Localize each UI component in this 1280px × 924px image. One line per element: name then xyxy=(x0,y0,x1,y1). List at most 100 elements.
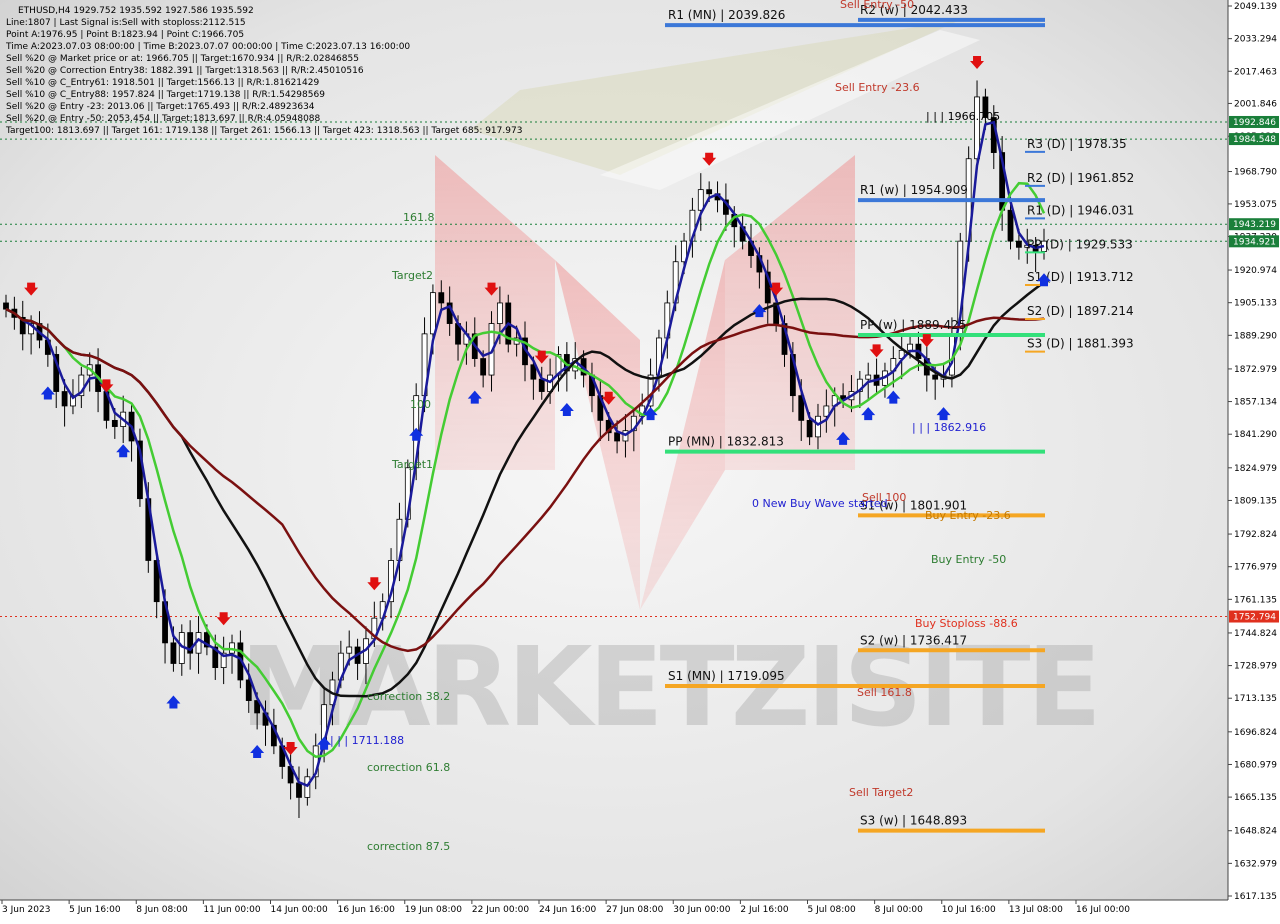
pivot-label: PP (w) | 1889.425 xyxy=(860,318,966,332)
signal-info-line: Sell %20 @ Market price or at: 1966.705 … xyxy=(6,54,359,64)
candle-body xyxy=(697,189,704,211)
y-tick-label: 1857.134 xyxy=(1234,398,1277,408)
pivot-label: R1 (w) | 1954.909 xyxy=(860,183,968,197)
y-tick-label: 2033.294 xyxy=(1234,35,1277,45)
candle-body xyxy=(430,292,436,335)
y-tick-label: 1648.824 xyxy=(1234,827,1277,837)
y-tick-label: 1713.135 xyxy=(1234,694,1277,704)
price-badge-label: 1984.548 xyxy=(1233,135,1276,145)
candle-body xyxy=(865,374,872,380)
candle-body xyxy=(1015,240,1022,248)
x-tick-label: 16 Jun 16:00 xyxy=(338,905,395,915)
chart-annotation: Sell Entry -50 xyxy=(840,0,914,11)
chart-annotation: | | | 1966.705 xyxy=(926,110,1000,123)
y-tick-label: 1776.979 xyxy=(1234,563,1277,573)
x-tick-label: 10 Jul 16:00 xyxy=(942,905,996,915)
y-tick-label: 1632.979 xyxy=(1234,859,1277,869)
pivot-label: R2 (D) | 1961.852 xyxy=(1027,171,1134,185)
pivot-label: S1 (MN) | 1719.095 xyxy=(668,669,785,683)
candle-body xyxy=(974,96,980,160)
y-tick-label: 1665.135 xyxy=(1234,793,1277,803)
x-tick-label: 5 Jul 08:00 xyxy=(808,905,857,915)
candle-body xyxy=(3,302,9,310)
candle-body xyxy=(346,646,353,654)
candle-body xyxy=(480,358,487,376)
x-tick-label: 16 Jul 00:00 xyxy=(1076,905,1130,915)
signal-info-line: Sell %10 @ C_Entry88: 1957.824 || Target… xyxy=(6,90,325,100)
chart-annotation: Target2 xyxy=(391,269,433,282)
pivot-label: R3 (D) | 1978.35 xyxy=(1027,137,1127,151)
candle-body xyxy=(438,292,445,304)
x-tick-label: 5 Jun 16:00 xyxy=(69,905,121,915)
pivot-label: PP (MN) | 1832.813 xyxy=(668,435,784,449)
chart-annotation: Target1 xyxy=(391,458,433,471)
chart-annotation: correction 61.8 xyxy=(367,761,450,774)
signal-info-line: Sell %10 @ C_Entry61: 1918.501 || Target… xyxy=(6,78,319,88)
y-tick-label: 2001.846 xyxy=(1234,99,1277,109)
candle-body xyxy=(170,642,177,664)
x-tick-label: 8 Jun 08:00 xyxy=(136,905,188,915)
y-tick-label: 1905.133 xyxy=(1234,299,1277,309)
y-tick-label: 2017.463 xyxy=(1234,67,1277,77)
y-tick-label: 1889.290 xyxy=(1234,331,1277,341)
x-tick-label: 2 Jul 16:00 xyxy=(740,905,789,915)
x-tick-label: 30 Jun 00:00 xyxy=(673,905,730,915)
candle-body xyxy=(706,189,713,195)
x-tick-label: 27 Jun 08:00 xyxy=(606,905,663,915)
x-tick-label: 14 Jun 00:00 xyxy=(271,905,328,915)
chart-annotation: Buy Entry -23.6 xyxy=(925,509,1011,522)
pivot-label: S2 (D) | 1897.214 xyxy=(1027,304,1134,318)
signal-info-line: Time A:2023.07.03 08:00:00 | Time B:2023… xyxy=(5,42,410,52)
candle-body xyxy=(1007,209,1014,242)
candle-body xyxy=(496,302,503,324)
y-tick-label: 1920.974 xyxy=(1234,266,1277,276)
candle-body xyxy=(932,374,939,380)
y-tick-label: 1809.135 xyxy=(1234,496,1277,506)
signal-info-line: Sell %20 @ Entry -50: 2053.454 || Target… xyxy=(6,114,321,124)
candle-body xyxy=(907,343,913,351)
chart-annotation: Buy Stoploss -88.6 xyxy=(915,617,1018,630)
pivot-label: R1 (D) | 1946.031 xyxy=(1027,203,1134,217)
pivot-label: R1 (MN) | 2039.826 xyxy=(668,8,785,22)
pivot-label: PP (D) | 1929.533 xyxy=(1027,237,1133,251)
y-tick-label: 1968.790 xyxy=(1234,168,1277,178)
chart-annotation: | | | 1711.188 xyxy=(330,734,404,747)
signal-info-line: Target100: 1813.697 || Target 161: 1719.… xyxy=(5,126,522,136)
y-tick-label: 1872.979 xyxy=(1234,365,1277,375)
chart-annotation: Buy Entry -50 xyxy=(931,553,1006,566)
candle-body xyxy=(304,776,311,798)
candle-body xyxy=(806,419,813,438)
candle-body xyxy=(61,391,68,407)
y-tick-label: 1617.135 xyxy=(1234,892,1277,902)
chart-annotation: 0 New Buy Wave started xyxy=(752,497,888,510)
symbol-line: ETHUSD,H4 1929.752 1935.592 1927.586 193… xyxy=(18,6,254,16)
chart-annotation: correction 87.5 xyxy=(367,840,450,853)
chart-annotation: | | | 1862.916 xyxy=(912,421,986,434)
candle-body xyxy=(296,782,302,798)
x-tick-label: 13 Jul 08:00 xyxy=(1009,905,1063,915)
pivot-label: S2 (w) | 1736.417 xyxy=(860,633,967,647)
signal-info-line: Line:1807 | Last Signal is:Sell with sto… xyxy=(6,18,246,28)
chart-annotation: 100 xyxy=(410,398,431,411)
x-tick-label: 3 Jun 2023 xyxy=(2,905,50,915)
price-badge-label: 1752.794 xyxy=(1233,613,1276,623)
pivot-label: S3 (w) | 1648.893 xyxy=(860,814,967,828)
y-tick-label: 1761.135 xyxy=(1234,595,1277,605)
candle-body xyxy=(538,378,545,392)
candle-body xyxy=(111,419,118,427)
y-tick-label: 1744.824 xyxy=(1234,629,1277,639)
chart-annotation: Sell Entry -23.6 xyxy=(835,81,920,94)
candle-body xyxy=(245,679,252,701)
chart-window: MARKETZISITE R1 (MN) | 2039.826 R2 (w) | … xyxy=(0,0,1280,920)
candle-body xyxy=(614,432,620,442)
price-chart[interactable]: MARKETZISITE R1 (MN) | 2039.826 R2 (w) | … xyxy=(0,0,1280,920)
x-tick-label: 22 Jun 00:00 xyxy=(472,905,529,915)
y-tick-label: 1696.824 xyxy=(1234,728,1277,738)
x-tick-label: 11 Jun 00:00 xyxy=(203,905,260,915)
price-badge-label: 1992.846 xyxy=(1233,118,1276,128)
y-tick-label: 1824.979 xyxy=(1234,464,1277,474)
chart-annotation: correction 38.2 xyxy=(367,690,450,703)
price-badge-label: 1943.219 xyxy=(1233,220,1276,230)
chart-annotation: 161.8 xyxy=(403,211,435,224)
y-tick-label: 1841.290 xyxy=(1234,430,1277,440)
